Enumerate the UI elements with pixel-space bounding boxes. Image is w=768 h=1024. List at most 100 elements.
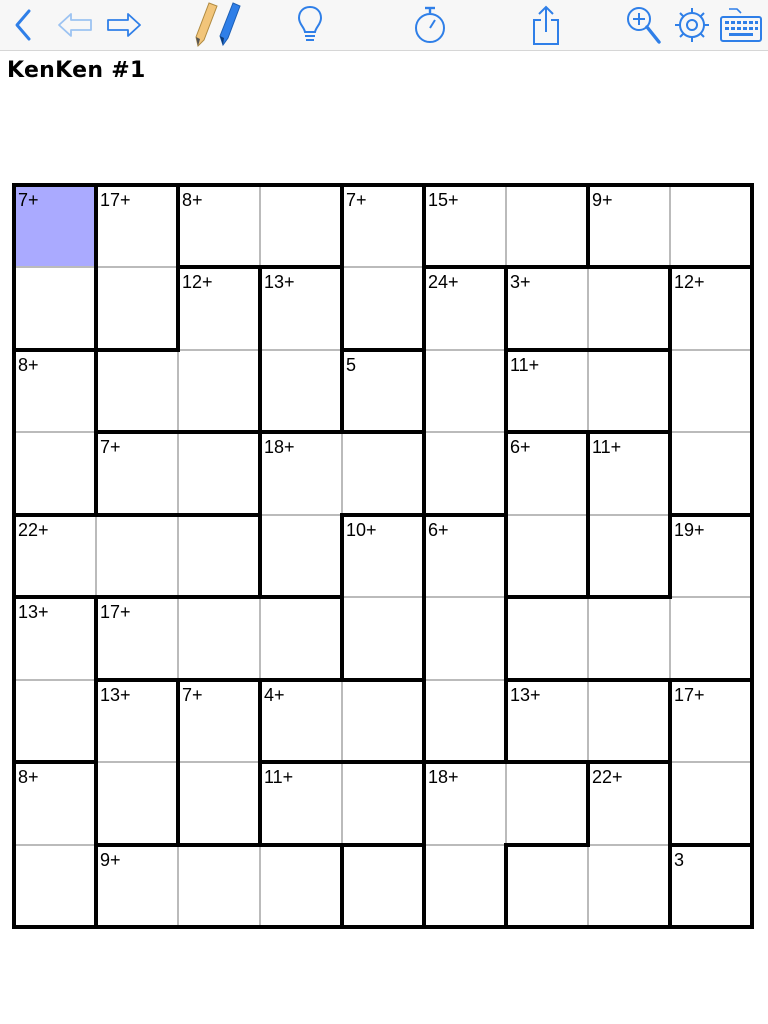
grid-cell[interactable] xyxy=(342,597,424,680)
grid-cell[interactable]: 18+ xyxy=(424,762,506,845)
grid-cell[interactable] xyxy=(670,185,752,268)
grid-cell[interactable] xyxy=(14,679,96,763)
grid-cell[interactable]: 17+ xyxy=(96,185,178,268)
grid-cell[interactable] xyxy=(506,514,588,598)
grid-cell[interactable] xyxy=(342,762,424,845)
grid-cell[interactable]: 3+ xyxy=(506,267,588,350)
zoom-in-icon xyxy=(627,7,661,44)
grid-cell[interactable]: 11+ xyxy=(260,762,342,845)
grid-cell[interactable]: 13+ xyxy=(260,267,342,350)
grid-cell[interactable] xyxy=(14,267,96,350)
grid-cell[interactable]: 10+ xyxy=(342,514,424,598)
grid-cell[interactable] xyxy=(14,432,96,515)
grid-cell[interactable]: 17+ xyxy=(96,597,178,680)
grid-cell[interactable]: 4+ xyxy=(260,679,342,763)
cage-clue: 19+ xyxy=(674,519,705,540)
grid-cell[interactable]: 8+ xyxy=(14,349,96,433)
grid-cell[interactable]: 7+ xyxy=(14,185,96,268)
settings-button[interactable] xyxy=(672,0,712,50)
grid-cell[interactable]: 15+ xyxy=(424,185,506,268)
grid-cell[interactable] xyxy=(670,432,752,515)
cage-clue: 12+ xyxy=(674,272,705,293)
share-button[interactable] xyxy=(528,0,564,50)
grid-cell[interactable]: 11+ xyxy=(506,349,588,433)
grid-cell[interactable]: 6+ xyxy=(424,514,506,598)
grid-cell[interactable] xyxy=(342,844,424,927)
grid-cell[interactable] xyxy=(670,349,752,433)
grid-cell[interactable] xyxy=(588,844,670,927)
grid-cell[interactable] xyxy=(260,844,342,927)
grid-cell[interactable] xyxy=(96,514,178,598)
redo-button[interactable] xyxy=(104,0,144,50)
grid-cell[interactable]: 9+ xyxy=(96,844,178,927)
grid-cell[interactable]: 6+ xyxy=(506,432,588,515)
grid-cell[interactable] xyxy=(670,762,752,845)
grid-cell[interactable]: 24+ xyxy=(424,267,506,350)
grid-cell[interactable] xyxy=(178,349,260,433)
grid-cell[interactable] xyxy=(424,432,506,515)
zoom-button[interactable] xyxy=(624,0,664,50)
grid-cell[interactable]: 7+ xyxy=(96,432,178,515)
grid-cell[interactable] xyxy=(14,844,96,927)
grid-cell[interactable] xyxy=(588,597,670,680)
grid-cell[interactable]: 12+ xyxy=(670,267,752,350)
grid-cell[interactable] xyxy=(178,762,260,845)
hint-button[interactable] xyxy=(292,0,328,50)
grid-cell[interactable] xyxy=(96,349,178,433)
stopwatch-icon xyxy=(415,6,445,43)
grid-cell[interactable] xyxy=(96,267,178,350)
cage-clue: 9+ xyxy=(100,849,121,870)
grid-cell[interactable] xyxy=(342,267,424,350)
grid-cell[interactable]: 3 xyxy=(670,844,752,927)
grid-cell[interactable] xyxy=(424,679,506,763)
grid-cell[interactable] xyxy=(342,679,424,763)
timer-button[interactable] xyxy=(410,0,450,50)
grid-cell[interactable]: 19+ xyxy=(670,514,752,598)
grid-cell[interactable] xyxy=(260,185,342,268)
back-button[interactable] xyxy=(6,0,40,50)
grid-cell[interactable] xyxy=(506,844,588,927)
grid-cell[interactable]: 13+ xyxy=(96,679,178,763)
keyboard-button[interactable] xyxy=(718,0,764,50)
grid-cell[interactable] xyxy=(588,267,670,350)
grid-cell[interactable] xyxy=(424,349,506,433)
grid-cell[interactable]: 8+ xyxy=(14,762,96,845)
grid-cell[interactable] xyxy=(178,597,260,680)
grid-cell[interactable]: 5 xyxy=(342,349,424,433)
grid-cell[interactable] xyxy=(424,844,506,927)
grid-cell[interactable] xyxy=(260,349,342,433)
grid-cell[interactable] xyxy=(588,514,670,598)
grid-cell[interactable]: 22+ xyxy=(588,762,670,845)
grid-cell[interactable] xyxy=(178,844,260,927)
grid-cell[interactable] xyxy=(260,514,342,598)
grid-cell[interactable]: 7+ xyxy=(178,679,260,763)
grid-cell[interactable]: 13+ xyxy=(506,679,588,763)
grid-cell[interactable]: 12+ xyxy=(178,267,260,350)
grid-cell[interactable] xyxy=(424,597,506,680)
grid-cell[interactable] xyxy=(506,597,588,680)
grid-cell[interactable]: 11+ xyxy=(588,432,670,515)
grid-cell[interactable]: 18+ xyxy=(260,432,342,515)
grid-cell[interactable] xyxy=(178,514,260,598)
cage-clue: 13+ xyxy=(510,684,541,705)
grid-cell[interactable]: 13+ xyxy=(14,597,96,680)
grid-cell[interactable]: 7+ xyxy=(342,185,424,268)
grid-cell[interactable] xyxy=(96,762,178,845)
grid-cell[interactable]: 8+ xyxy=(178,185,260,268)
grid-cell[interactable]: 17+ xyxy=(670,679,752,763)
grid-cell[interactable] xyxy=(588,349,670,433)
grid-cell[interactable] xyxy=(260,597,342,680)
grid-cell[interactable] xyxy=(178,432,260,515)
grid-cell[interactable] xyxy=(506,185,588,268)
grid-cell[interactable] xyxy=(342,432,424,515)
undo-button[interactable] xyxy=(55,0,95,50)
pen-mode-button[interactable] xyxy=(212,0,244,50)
cage-clue: 4+ xyxy=(264,684,285,705)
grid-cell[interactable]: 9+ xyxy=(588,185,670,268)
grid-cell[interactable]: 22+ xyxy=(14,514,96,598)
grid-cell[interactable] xyxy=(506,762,588,845)
cage-clue: 24+ xyxy=(428,272,459,293)
cage-clue: 3 xyxy=(674,849,685,870)
grid-cell[interactable] xyxy=(588,679,670,763)
grid-cell[interactable] xyxy=(670,597,752,680)
